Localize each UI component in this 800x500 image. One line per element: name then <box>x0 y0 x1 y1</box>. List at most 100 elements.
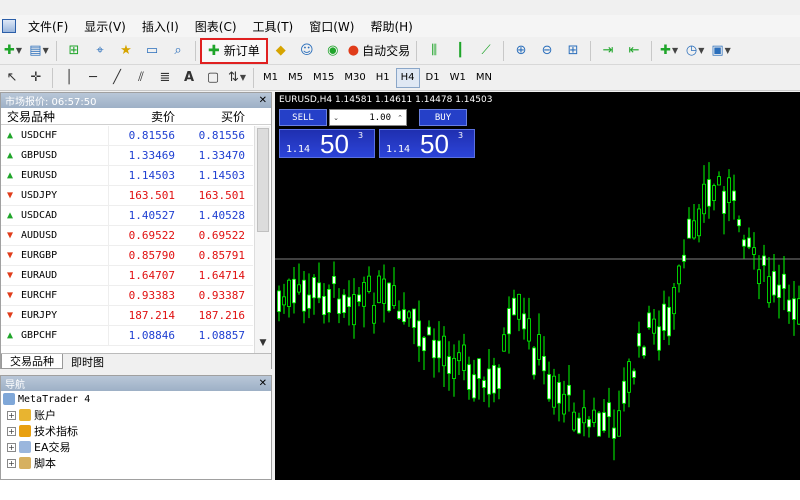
signals-button[interactable]: ☺ <box>296 39 318 63</box>
market-watch-button[interactable]: ⊞ <box>63 39 85 63</box>
timeframe-m30[interactable]: M30 <box>340 68 369 88</box>
toolbar-separator <box>590 40 592 61</box>
strategy-tester-button[interactable]: ⌕ <box>167 39 189 63</box>
terminal-button[interactable]: ▭ <box>141 39 163 63</box>
zoom-out-button[interactable]: ⊖ <box>536 39 558 63</box>
ask-cell: 163.501 <box>198 189 245 202</box>
timeframe-h4[interactable]: H4 <box>395 67 420 88</box>
chevron-up-icon[interactable]: ⌃ <box>394 114 406 122</box>
horizontal-line-button[interactable]: ─ <box>82 67 104 89</box>
tile-windows-button[interactable]: ⊞ <box>562 39 584 63</box>
auto-scroll-button[interactable]: ⇥ <box>597 39 619 63</box>
expand-icon[interactable]: + <box>7 442 16 452</box>
candle-body <box>407 311 411 319</box>
timeframe-m1[interactable]: M1 <box>259 68 282 88</box>
tab-symbols[interactable]: 交易品种 <box>1 354 63 369</box>
timeframe-w1[interactable]: W1 <box>446 68 470 88</box>
nav-item-scripts[interactable]: + 脚本 <box>1 455 271 471</box>
table-row[interactable]: ▼ EURGBP 0.85790 0.85791 <box>1 245 253 266</box>
table-row[interactable]: ▲ USDCHF 0.81556 0.81556 <box>1 125 253 146</box>
expand-icon[interactable]: + <box>7 458 16 468</box>
nav-item-experts[interactable]: + EA交易 <box>1 439 271 455</box>
market-watch-scrollbar[interactable]: ▼ <box>254 126 270 354</box>
candle-body <box>327 289 331 313</box>
column-header-ask[interactable]: 买价 <box>179 108 249 125</box>
menu-charts[interactable]: 图表(C) <box>187 18 245 35</box>
pencil-book-icon: ◆ <box>275 43 286 58</box>
trendline-button[interactable]: ╱ <box>106 67 128 89</box>
expand-icon[interactable]: + <box>7 410 16 420</box>
table-row[interactable]: ▼ AUDUSD 0.69522 0.69522 <box>1 225 253 246</box>
expert-advisor-icon <box>19 441 31 453</box>
metaeditor-button[interactable]: ◆ <box>270 39 292 63</box>
menu-insert[interactable]: 插入(I) <box>134 18 187 35</box>
menu-tools[interactable]: 工具(T) <box>245 18 302 35</box>
table-row[interactable]: ▼ EURJPY 187.214 187.216 <box>1 305 253 326</box>
bar-chart-button[interactable]: ⫼ <box>423 39 445 63</box>
lot-size-input[interactable]: ⌄ 1.00 ⌃ <box>329 109 407 126</box>
data-window-button[interactable]: ⌖ <box>89 39 111 63</box>
new-chart-button[interactable]: ✚ ▼ <box>2 39 24 63</box>
table-row[interactable]: ▲ USDCAD 1.40527 1.40528 <box>1 205 253 226</box>
nav-item-accounts[interactable]: + 账户 <box>1 407 271 423</box>
text-label-button[interactable]: ▢ <box>202 67 224 89</box>
candle-body <box>447 356 451 374</box>
channel-button[interactable]: ⫽ <box>130 67 152 89</box>
close-icon[interactable]: ✕ <box>259 95 267 106</box>
table-row[interactable]: ▲ GBPUSD 1.33469 1.33470 <box>1 145 253 166</box>
scrollbar-thumb[interactable] <box>257 128 269 232</box>
table-row[interactable]: ▼ EURCHF 0.93383 0.93387 <box>1 285 253 306</box>
bid-cell: 1.33469 <box>128 149 175 162</box>
timeframe-h1[interactable]: H1 <box>372 68 394 88</box>
crosshair-button[interactable]: ✛ <box>25 67 47 89</box>
periods-button[interactable]: ◷ ▼ <box>684 39 706 63</box>
menu-file[interactable]: 文件(F) <box>20 18 76 35</box>
arrows-button[interactable]: ⇅ ▼ <box>226 67 248 89</box>
indicators-button[interactable]: ✚ ▼ <box>658 39 680 63</box>
ask-price-box[interactable]: 1.14 50 3 <box>379 129 475 159</box>
expand-icon[interactable]: + <box>7 426 16 436</box>
templates-button[interactable]: ▣ ▼ <box>710 39 732 63</box>
timeframe-m5[interactable]: M5 <box>284 68 307 88</box>
text-button[interactable]: A <box>178 67 200 89</box>
menu-window[interactable]: 窗口(W) <box>301 18 362 35</box>
close-icon[interactable]: ✕ <box>259 378 267 389</box>
table-row[interactable]: ▼ USDJPY 163.501 163.501 <box>1 185 253 206</box>
candle-body <box>332 276 336 285</box>
timeframe-m15[interactable]: M15 <box>309 68 338 88</box>
line-chart-button[interactable]: ⟋ <box>475 39 497 63</box>
buy-button[interactable]: BUY <box>419 109 467 126</box>
scroll-down-icon[interactable]: ▼ <box>255 338 271 354</box>
timeframe-d1[interactable]: D1 <box>422 68 444 88</box>
auto-trading-button[interactable]: ● 自动交易 <box>348 39 410 63</box>
cursor-button[interactable]: ↖ <box>1 67 23 89</box>
vertical-line-button[interactable]: │ <box>58 67 80 89</box>
navigator-button[interactable]: ★ <box>115 39 137 63</box>
bar-chart-icon: ⫼ <box>431 43 438 58</box>
tab-tick-chart[interactable]: 即时图 <box>63 354 112 369</box>
chart-window[interactable]: EURUSD,H4 1.14581 1.14611 1.14478 1.1450… <box>275 92 800 480</box>
column-header-bid[interactable]: 卖价 <box>109 108 179 125</box>
nav-root[interactable]: MetaTrader 4 <box>1 391 271 407</box>
menu-view[interactable]: 显示(V) <box>76 18 134 35</box>
symbol-cell: ▼ USDJPY <box>1 185 109 206</box>
profiles-button[interactable]: ▤ ▼ <box>28 39 50 63</box>
new-order-icon: ✚ <box>208 42 220 59</box>
new-order-button[interactable]: ✚ 新订单 <box>200 37 268 64</box>
menu-help[interactable]: 帮助(H) <box>362 18 420 35</box>
bid-price-box[interactable]: 1.14 50 3 <box>279 129 375 159</box>
timeframe-mn[interactable]: MN <box>472 68 496 88</box>
candle-body <box>387 282 391 312</box>
table-row[interactable]: ▼ EURAUD 1.64707 1.64714 <box>1 265 253 286</box>
market-button[interactable]: ◉ <box>322 39 344 63</box>
chevron-down-icon[interactable]: ⌄ <box>330 114 342 122</box>
candlestick-button[interactable]: ┃ <box>449 39 471 63</box>
column-header-symbol[interactable]: 交易品种 <box>1 108 109 125</box>
fibonacci-button[interactable]: ≣ <box>154 67 176 89</box>
table-row[interactable]: ▲ GBPCHF 1.08846 1.08857 <box>1 325 253 346</box>
sell-button[interactable]: SELL <box>279 109 327 126</box>
nav-item-indicators[interactable]: + 技术指标 <box>1 423 271 439</box>
table-row[interactable]: ▲ EURUSD 1.14503 1.14503 <box>1 165 253 186</box>
zoom-in-button[interactable]: ⊕ <box>510 39 532 63</box>
chart-shift-button[interactable]: ⇤ <box>623 39 645 63</box>
